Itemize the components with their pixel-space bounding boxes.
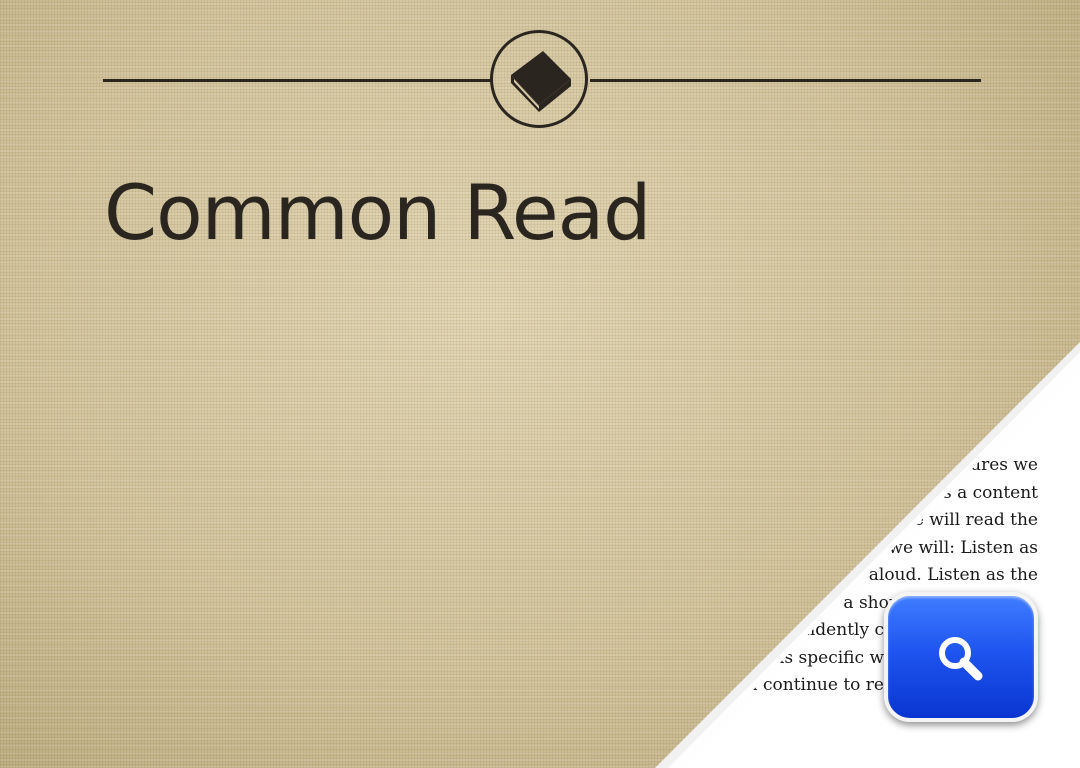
page-title: Common Read xyxy=(104,168,651,257)
search-icon xyxy=(939,637,983,681)
book-icon xyxy=(511,51,571,112)
curl-text-line: s a content xyxy=(942,483,1038,503)
header-rule-right xyxy=(590,79,981,82)
linen-background: Common Read uctures we s a content e wil… xyxy=(0,0,1080,768)
curl-text-line: e will read the xyxy=(913,510,1038,530)
curl-text-line: aloud. Listen as the xyxy=(868,565,1038,585)
curl-text-line: we will: Listen as xyxy=(888,538,1038,558)
search-button[interactable] xyxy=(884,592,1038,722)
book-badge xyxy=(490,30,588,128)
header-rule-left xyxy=(103,79,491,82)
